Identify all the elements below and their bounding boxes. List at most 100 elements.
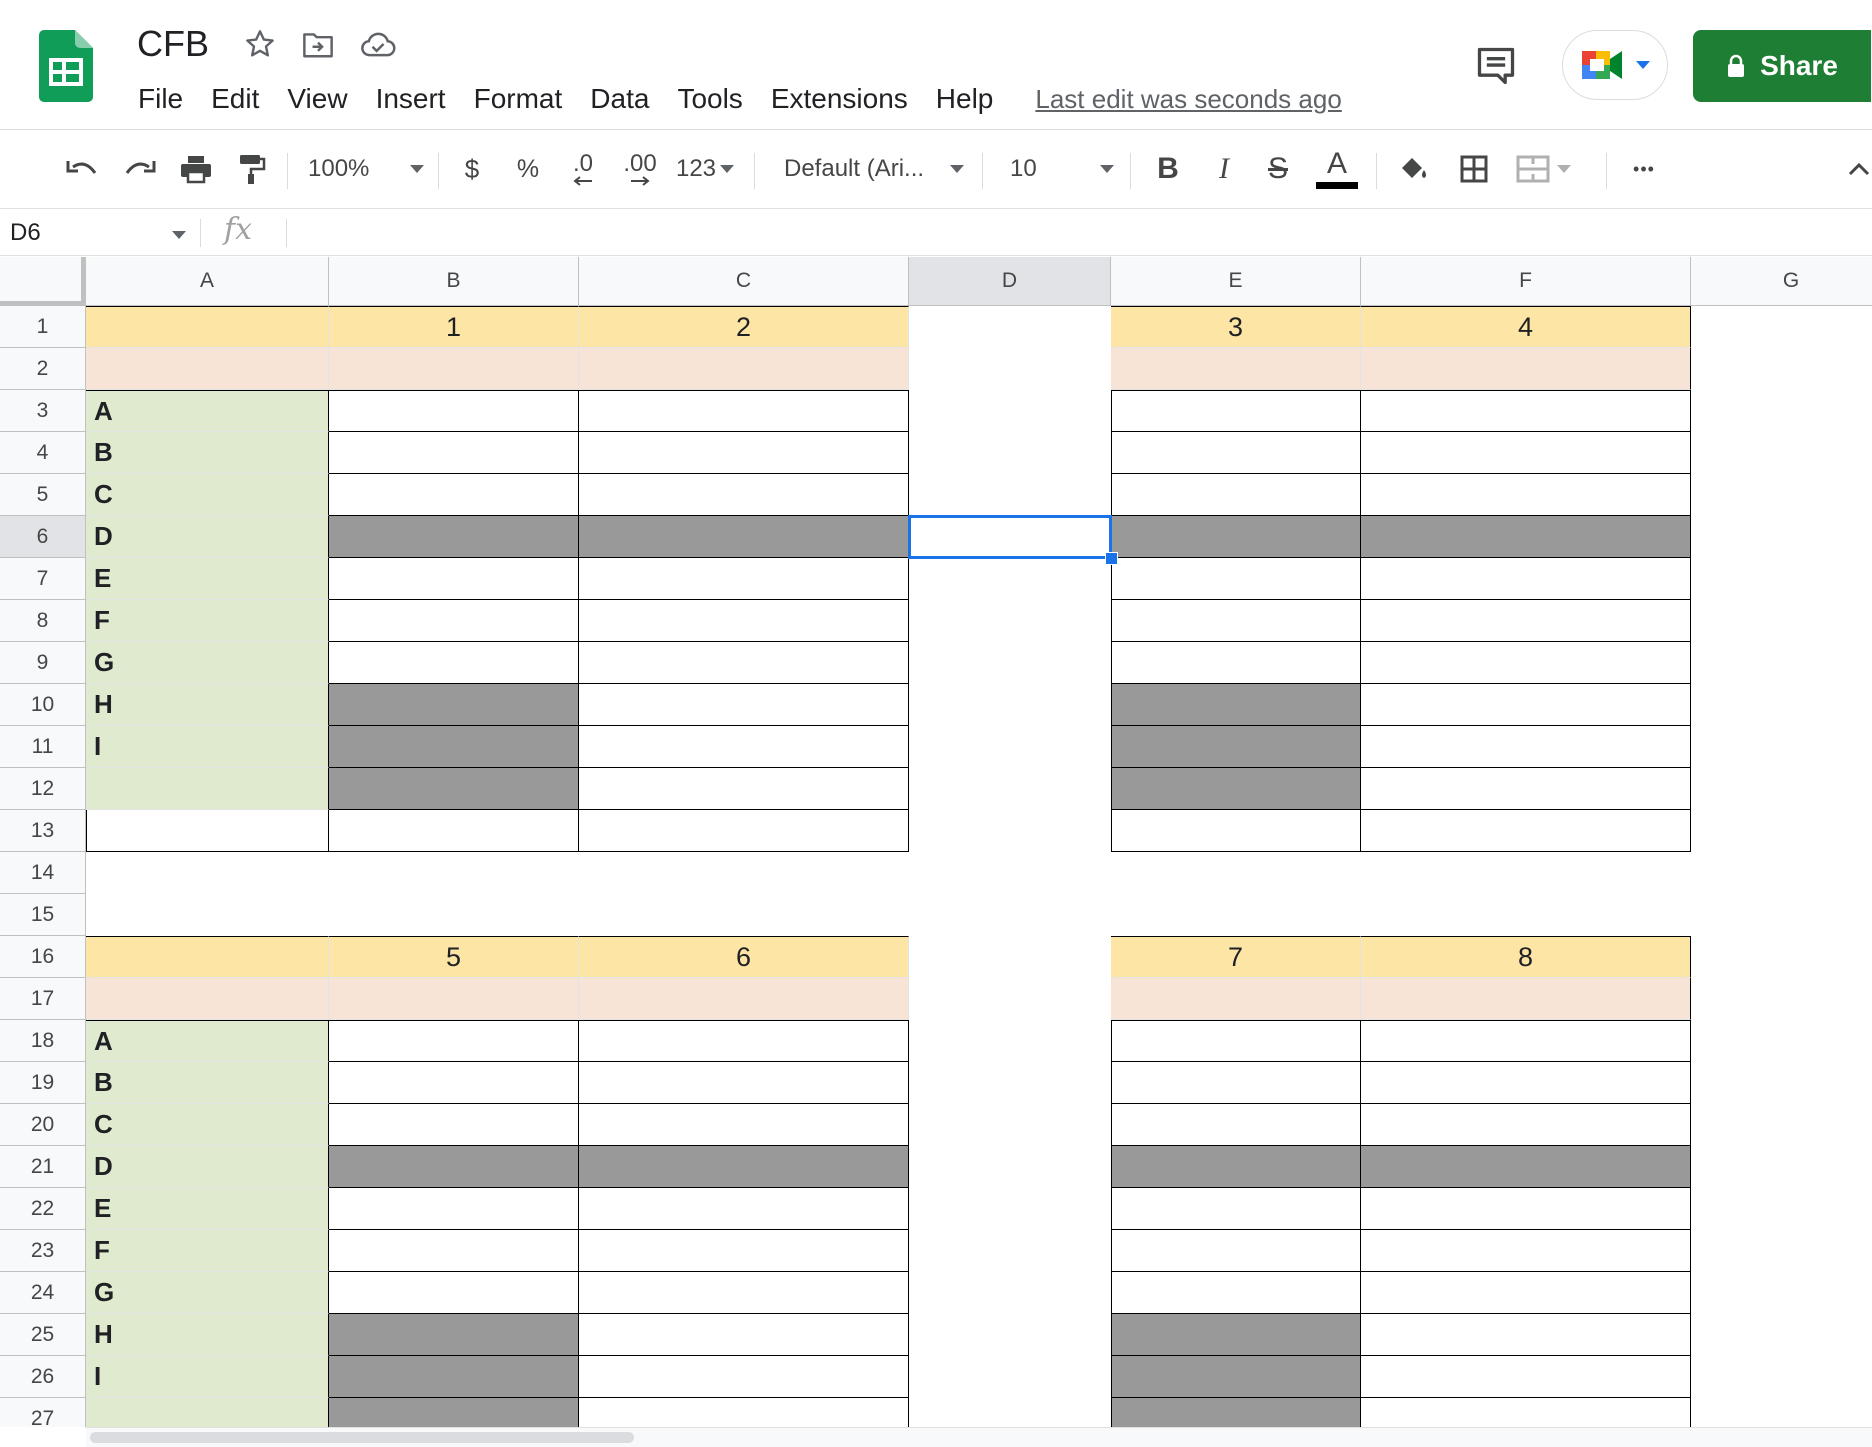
row-header-16[interactable]: 16 <box>0 936 86 978</box>
cell-f19[interactable] <box>1361 1062 1691 1104</box>
zoom-select[interactable]: 100% <box>308 145 424 193</box>
cell-e18[interactable] <box>1111 1020 1361 1062</box>
menu-view[interactable]: View <box>273 83 361 115</box>
borders-button[interactable] <box>1452 145 1496 193</box>
cell-a1[interactable] <box>86 306 329 348</box>
print-button[interactable] <box>174 145 218 193</box>
cell-b21[interactable] <box>329 1146 579 1188</box>
cell-b7[interactable] <box>329 558 579 600</box>
cell-e3[interactable] <box>1111 390 1361 432</box>
menu-extensions[interactable]: Extensions <box>757 83 922 115</box>
cell-e22[interactable] <box>1111 1188 1361 1230</box>
cell-e10[interactable] <box>1111 684 1361 726</box>
menu-format[interactable]: Format <box>460 83 577 115</box>
meet-button[interactable] <box>1562 30 1668 100</box>
cell-c4[interactable] <box>579 432 909 474</box>
cell-f26[interactable] <box>1361 1356 1691 1398</box>
row-header-22[interactable]: 22 <box>0 1188 86 1230</box>
cell-c11[interactable] <box>579 726 909 768</box>
fill-handle[interactable] <box>1105 552 1118 565</box>
cell-a10[interactable]: H <box>86 684 329 726</box>
column-header-g[interactable]: G <box>1691 257 1872 306</box>
cell-f4[interactable] <box>1361 432 1691 474</box>
menu-tools[interactable]: Tools <box>663 83 756 115</box>
cell-f13[interactable] <box>1361 810 1691 852</box>
last-edit-link[interactable]: Last edit was seconds ago <box>1035 84 1341 115</box>
row-header-20[interactable]: 20 <box>0 1104 86 1146</box>
font-select[interactable]: Default (Ari... <box>784 145 964 193</box>
cell-e9[interactable] <box>1111 642 1361 684</box>
cell-e5[interactable] <box>1111 474 1361 516</box>
more-options-button[interactable]: ••• <box>1622 145 1666 193</box>
increase-decimal-button[interactable]: .00 <box>616 145 664 193</box>
cell-a3[interactable]: A <box>86 390 329 432</box>
cell-e24[interactable] <box>1111 1272 1361 1314</box>
column-header-a[interactable]: A <box>86 257 329 306</box>
cell-b19[interactable] <box>329 1062 579 1104</box>
menu-help[interactable]: Help <box>922 83 1008 115</box>
cell-e1[interactable]: 3 <box>1111 306 1361 348</box>
cell-c12[interactable] <box>579 768 909 810</box>
cell-b24[interactable] <box>329 1272 579 1314</box>
row-header-24[interactable]: 24 <box>0 1272 86 1314</box>
text-color-button[interactable]: A <box>1314 145 1360 193</box>
fill-color-button[interactable] <box>1392 145 1436 193</box>
cell-f18[interactable] <box>1361 1020 1691 1062</box>
star-icon[interactable] <box>240 24 280 64</box>
move-folder-icon[interactable] <box>298 24 338 64</box>
collapse-menus-button[interactable] <box>1846 145 1872 193</box>
decrease-decimal-button[interactable]: .0 <box>560 145 606 193</box>
cell-c5[interactable] <box>579 474 909 516</box>
cell-a11[interactable]: I <box>86 726 329 768</box>
cell-b12[interactable] <box>329 768 579 810</box>
strikethrough-button[interactable]: S <box>1258 145 1298 193</box>
cell-e2[interactable] <box>1111 348 1361 390</box>
cell-a17[interactable] <box>86 978 329 1020</box>
cell-c24[interactable] <box>579 1272 909 1314</box>
cell-e27[interactable] <box>1111 1398 1361 1427</box>
column-header-b[interactable]: B <box>329 257 579 306</box>
scrollbar-thumb[interactable] <box>90 1432 634 1443</box>
cell-e13[interactable] <box>1111 810 1361 852</box>
row-header-10[interactable]: 10 <box>0 684 86 726</box>
horizontal-scrollbar[interactable] <box>86 1427 1872 1447</box>
formula-input[interactable] <box>300 210 1860 256</box>
cell-f2[interactable] <box>1361 348 1691 390</box>
row-header-5[interactable]: 5 <box>0 474 86 516</box>
row-header-8[interactable]: 8 <box>0 600 86 642</box>
row-header-18[interactable]: 18 <box>0 1020 86 1062</box>
font-size-select[interactable]: 10 <box>1010 145 1114 193</box>
cell-b2[interactable] <box>329 348 579 390</box>
cell-f3[interactable] <box>1361 390 1691 432</box>
cell-a25[interactable]: H <box>86 1314 329 1356</box>
cell-f23[interactable] <box>1361 1230 1691 1272</box>
row-header-25[interactable]: 25 <box>0 1314 86 1356</box>
cell-e26[interactable] <box>1111 1356 1361 1398</box>
cell-e25[interactable] <box>1111 1314 1361 1356</box>
row-header-1[interactable]: 1 <box>0 306 86 348</box>
cell-a24[interactable]: G <box>86 1272 329 1314</box>
cell-c9[interactable] <box>579 642 909 684</box>
column-header-c[interactable]: C <box>579 257 909 306</box>
cell-f11[interactable] <box>1361 726 1691 768</box>
cell-e16[interactable]: 7 <box>1111 936 1361 978</box>
cell-b13[interactable] <box>329 810 579 852</box>
row-header-2[interactable]: 2 <box>0 348 86 390</box>
cell-a19[interactable]: B <box>86 1062 329 1104</box>
row-header-26[interactable]: 26 <box>0 1356 86 1398</box>
cell-c25[interactable] <box>579 1314 909 1356</box>
share-button[interactable]: Share <box>1693 30 1871 102</box>
cell-b6[interactable] <box>329 516 579 558</box>
cell-f21[interactable] <box>1361 1146 1691 1188</box>
italic-button[interactable]: I <box>1204 145 1244 193</box>
cell-c16[interactable]: 6 <box>579 936 909 978</box>
cell-b10[interactable] <box>329 684 579 726</box>
cell-b11[interactable] <box>329 726 579 768</box>
column-header-d[interactable]: D <box>909 257 1111 306</box>
cell-c23[interactable] <box>579 1230 909 1272</box>
cell-a4[interactable]: B <box>86 432 329 474</box>
row-header-12[interactable]: 12 <box>0 768 86 810</box>
cell-e21[interactable] <box>1111 1146 1361 1188</box>
cell-a7[interactable]: E <box>86 558 329 600</box>
select-all-corner[interactable] <box>0 257 86 306</box>
